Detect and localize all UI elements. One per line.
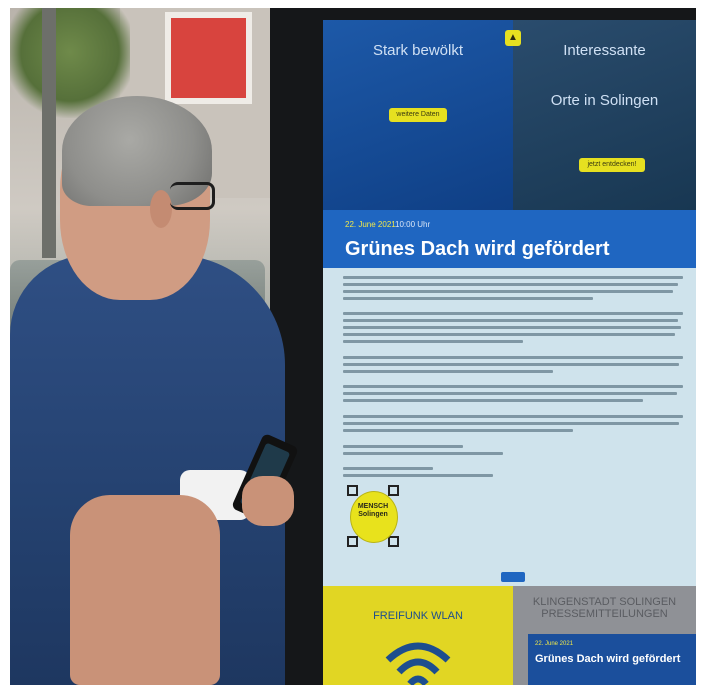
text-line (343, 415, 683, 418)
text-line (343, 283, 678, 286)
background-red-window (165, 12, 252, 104)
qr-corner (347, 536, 358, 547)
logo-text-line2: Solingen (358, 511, 388, 518)
man-hand (242, 476, 294, 526)
scroll-button[interactable] (501, 572, 525, 582)
weather-tile[interactable]: Stark bewölkt weitere Daten (323, 20, 513, 210)
text-line (343, 422, 679, 425)
qr-corner (347, 485, 358, 496)
text-line (343, 319, 678, 322)
places-title: Interessante (563, 42, 646, 59)
qr-corner (388, 485, 399, 496)
text-line (343, 326, 681, 329)
text-line (343, 276, 683, 279)
text-line (343, 312, 683, 315)
wlan-title: FREIFUNK WLAN (373, 610, 463, 622)
press-headline: Grünes Dach wird gefördert (535, 653, 681, 665)
kiosk-screen: Stark bewölkt weitere Daten Interessante… (323, 20, 696, 685)
article-time: 10:00 Uhr (395, 220, 431, 229)
scroll-up-arrow-icon[interactable]: ▲ (505, 30, 521, 46)
press-title: KLINGENSTADT SOLINGEN PRESSEMITTEILUNGEN (513, 596, 696, 620)
press-title-line1: KLINGENSTADT SOLINGEN (532, 596, 677, 608)
press-date: 22. June 2021 (535, 641, 574, 647)
weather-more-button[interactable]: weitere Daten (389, 108, 447, 122)
logo-text-line1: MENSCH (357, 503, 389, 510)
text-line (343, 333, 675, 336)
text-line (343, 452, 503, 455)
places-discover-button[interactable]: jetzt entdecken! (579, 158, 645, 172)
text-line (343, 429, 573, 432)
text-line (343, 356, 683, 359)
text-line (343, 474, 493, 477)
places-tile[interactable]: Interessante Orte in Solingen jetzt entd… (513, 20, 696, 210)
glasses (170, 182, 215, 210)
qr-corner (388, 536, 399, 547)
text-line (343, 385, 683, 388)
places-subtitle: Orte in Solingen (550, 92, 659, 109)
wifi-icon (385, 642, 451, 685)
article-date: 22. June 2021 (345, 220, 396, 229)
text-line (343, 340, 523, 343)
text-line (343, 467, 433, 470)
text-line (343, 445, 463, 448)
text-line (343, 392, 677, 395)
text-line (343, 297, 593, 300)
press-title-line2: PRESSEMITTEILUNGEN (541, 608, 668, 620)
mensch-solingen-logo: MENSCH Solingen (347, 485, 399, 547)
text-line (343, 290, 673, 293)
man-arm (70, 495, 220, 685)
background-pole (42, 8, 56, 258)
man-ear (150, 190, 172, 228)
logo-text: MENSCH Solingen (350, 503, 396, 519)
text-line (343, 370, 553, 373)
text-line (343, 399, 643, 402)
text-line (343, 363, 679, 366)
article-title: Grünes Dach wird gefördert (345, 238, 610, 260)
photo-scene: Stark bewölkt weitere Daten Interessante… (0, 0, 703, 685)
weather-title: Stark bewölkt (372, 42, 464, 59)
